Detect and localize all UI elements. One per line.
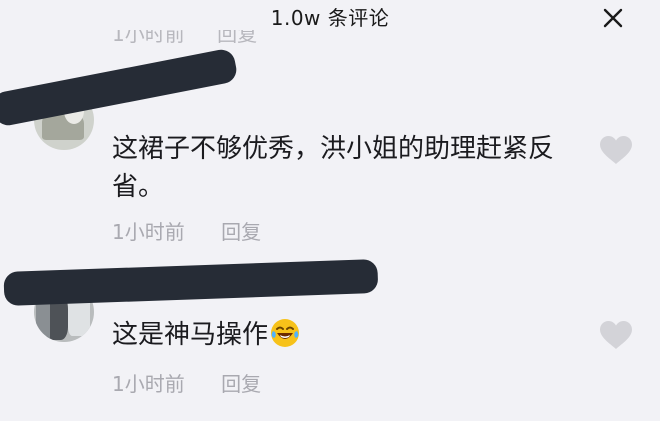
- comment-body: 这是神马操作: [112, 320, 269, 350]
- reply-button[interactable]: 回复: [221, 372, 261, 396]
- comment-text: 这是神马操作: [112, 316, 567, 359]
- comment-item: 这是神马操作 1小时前 回复: [0, 0, 660, 421]
- username-redaction: [3, 258, 379, 306]
- laughing-crying-emoji: [270, 318, 300, 359]
- comment-meta: 1小时前 回复: [112, 368, 261, 397]
- comment-time: 1小时前: [112, 372, 185, 396]
- like-button[interactable]: [598, 318, 634, 352]
- heart-icon: [600, 321, 632, 349]
